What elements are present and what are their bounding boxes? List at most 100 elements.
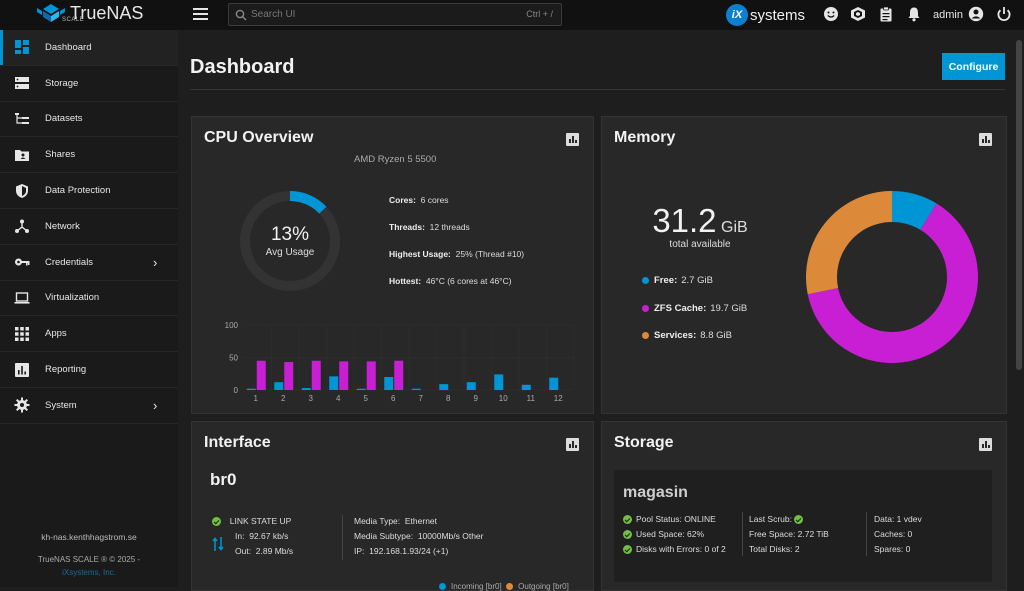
sidebar-item-label: System (45, 399, 77, 411)
sidebar-item-label: Shares (45, 149, 76, 161)
check-icon (623, 515, 632, 525)
shield-icon (16, 183, 28, 198)
sidebar-item-label: Reporting (45, 364, 87, 376)
threads-value: 12 threads (429, 222, 470, 232)
truenas-logo[interactable]: TrueNAS (36, 3, 143, 23)
sidebar-item-label: Credentials (45, 256, 94, 268)
sidebar-item-storage[interactable]: Storage (0, 66, 178, 102)
memory-card: Memory 31.2 GiB total available Free: 2.7… (601, 116, 1007, 414)
sidebar-item-credentials[interactable]: Credentials › (0, 245, 178, 281)
free-label: Free: (654, 275, 678, 286)
media-type-value: Ethernet (404, 516, 438, 526)
cpu-model: AMD Ryzen 5 5500 (354, 154, 437, 165)
x-tick-label: 4 (336, 394, 341, 402)
data-vdevs: Data: 1 vdev (874, 514, 922, 524)
out-label: Out: (235, 546, 252, 556)
user-name[interactable]: admin (933, 9, 963, 21)
in-label: In: (235, 531, 245, 541)
pool-name: magasin (623, 484, 688, 501)
divider (742, 512, 743, 556)
media-subtype-label: Media Subtype: (354, 531, 414, 541)
menu-toggle-icon[interactable] (193, 8, 208, 20)
bar (246, 388, 256, 390)
sidebar-item-dashboard[interactable]: Dashboard (0, 30, 178, 66)
legend-dot (642, 304, 649, 312)
sidebar-item-label: Virtualization (45, 292, 100, 304)
check-icon (794, 515, 804, 525)
spares: Spares: 0 (874, 544, 911, 554)
cpu-avg-label: Avg Usage (265, 247, 315, 258)
search-icon (235, 9, 247, 21)
legend-dot (642, 276, 649, 284)
bell-icon[interactable] (906, 6, 922, 22)
traffic-in: In: 92.67 kb/s (235, 531, 288, 541)
last-scrub: Last Scrub: (749, 514, 807, 525)
sidebar-item-datasets[interactable]: Datasets (0, 102, 178, 138)
bar (274, 382, 284, 390)
used-space-text: Used Space: 62% (636, 529, 705, 539)
free-value: 2.7 GiB (681, 275, 713, 286)
legend-dot (642, 331, 649, 339)
bar (494, 374, 504, 390)
divider (866, 512, 867, 556)
search-shortcut: Ctrl + / (526, 9, 553, 19)
in-value: 92.67 kb/s (249, 531, 289, 541)
card-title: Memory (614, 129, 676, 146)
pool-panel[interactable]: magasin Pool Status: ONLINE Used Space: … (614, 470, 992, 582)
memory-services: Services: 8.8 GiB (642, 330, 732, 341)
traffic-arrows-icon (212, 537, 224, 551)
sidebar-item-reporting[interactable]: Reporting (0, 352, 178, 388)
check-icon (623, 545, 632, 555)
search-input[interactable]: Search UI Ctrl + / (228, 3, 562, 26)
x-tick-label: 8 (446, 394, 451, 402)
sidebar-item-shares[interactable]: Shares (0, 137, 178, 174)
sidebar-item-network[interactable]: Network (0, 209, 178, 245)
gear-icon (14, 397, 30, 413)
company-link[interactable]: iXsystems, Inc. (0, 568, 178, 577)
out-value: 2.89 Mb/s (255, 546, 294, 556)
reporting-icon (15, 362, 29, 377)
jobs-icon[interactable] (850, 6, 866, 22)
shares-icon (15, 149, 29, 161)
ixsystems-logo[interactable]: iX systems (726, 4, 805, 26)
reporting-link-icon[interactable] (979, 133, 992, 146)
power-icon[interactable] (996, 6, 1012, 22)
bar (384, 377, 394, 390)
cpu-hottest: Hottest: 46°C (6 cores at 46°C) (389, 276, 512, 286)
reporting-link-icon[interactable] (979, 438, 992, 451)
account-icon[interactable] (968, 6, 984, 22)
reporting-link-icon[interactable] (566, 133, 579, 146)
caches: Caches: 0 (874, 529, 913, 539)
sidebar-item-data-protection[interactable]: Data Protection (0, 173, 178, 209)
hottest-label: Hottest: (389, 276, 422, 286)
configure-button[interactable]: Configure (942, 53, 1005, 80)
chevron-right-icon: › (153, 397, 158, 413)
x-tick-label: 9 (474, 394, 479, 402)
cpu-highest: Highest Usage: 25% (Thread #10) (389, 249, 524, 259)
last-scrub-text: Last Scrub: (749, 514, 792, 524)
ix-mark: iX (726, 4, 748, 26)
ip-label: IP: (354, 546, 365, 556)
dashboard-icon (15, 40, 29, 55)
sidebar-item-apps[interactable]: Apps (0, 316, 178, 353)
bar (311, 360, 321, 390)
ip-value: 192.168.1.93/24 (+1) (369, 546, 449, 556)
memory-total: 31.2 GiB (620, 202, 780, 240)
scrollbar-thumb[interactable] (1016, 40, 1022, 370)
sidebar-item-label: Dashboard (45, 41, 92, 53)
reporting-link-icon[interactable] (566, 438, 579, 451)
bar (466, 382, 476, 390)
divider (190, 89, 1005, 90)
sidebar-item-system[interactable]: System › (0, 388, 178, 424)
pool-status: Pool Status: ONLINE (623, 514, 716, 525)
link-state: LINK STATE UP (212, 516, 291, 527)
clipboard-icon[interactable] (878, 6, 894, 22)
bar (439, 384, 449, 390)
hostname: kh-nas.kenthhagstrom.se (41, 532, 137, 542)
feedback-icon[interactable] (823, 6, 839, 22)
cpu-avg-value: 13% (270, 224, 310, 245)
bar (394, 360, 404, 390)
bar (549, 377, 559, 390)
sidebar-item-virtualization[interactable]: Virtualization (0, 281, 178, 317)
x-tick-label: 5 (364, 394, 369, 402)
